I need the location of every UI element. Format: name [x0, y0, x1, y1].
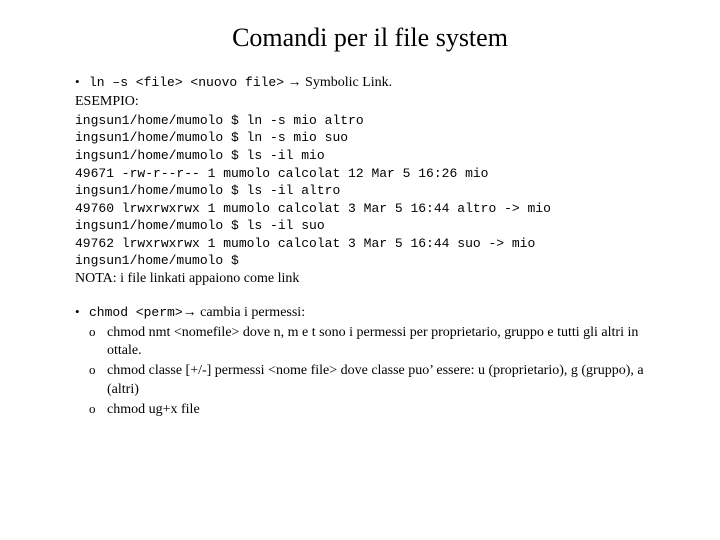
esempio-label: ESEMPIO: [75, 93, 665, 112]
chmod-sub-text: chmod classe [+/-] permessi <nome file> … [107, 362, 665, 400]
chmod-sub-2: o chmod classe [+/-] permessi <nome file… [89, 361, 665, 400]
bullet-icon: • [75, 73, 89, 91]
sub-bullet-icon: o [89, 361, 107, 379]
chmod-sub-3: o chmod ug+x file [89, 400, 665, 420]
ln-command: ln –s <file> <nuovo file> [89, 75, 284, 90]
sub-bullet-icon: o [89, 323, 107, 341]
ln-line: ln –s <file> <nuovo file> → Symbolic Lin… [89, 74, 392, 93]
chmod-sub-1: o chmod nmt <nomefile> dove n, m e t son… [89, 323, 665, 362]
chmod-command: chmod <perm> [89, 305, 183, 320]
ln-desc: Symbolic Link. [305, 75, 392, 90]
page-title: Comandi per il file system [75, 20, 665, 55]
chmod-desc: cambia i permessi: [200, 305, 305, 320]
bullet-icon: • [75, 303, 89, 321]
arrow-icon: → [288, 75, 306, 90]
ln-section: • ln –s <file> <nuovo file> → Symbolic L… [75, 73, 665, 289]
chmod-sub-text: chmod nmt <nomefile> dove n, m e t sono … [107, 324, 665, 362]
chmod-sub-text: chmod ug+x file [107, 401, 200, 420]
chmod-line: chmod <perm>→ cambia i permessi: [89, 304, 305, 323]
chmod-section: • chmod <perm>→ cambia i permessi: o chm… [75, 303, 665, 420]
chmod-bullet: • chmod <perm>→ cambia i permessi: [75, 303, 665, 323]
arrow-icon: → [183, 305, 201, 320]
terminal-output: ingsun1/home/mumolo $ ln -s mio altro in… [75, 112, 665, 270]
ln-bullet: • ln –s <file> <nuovo file> → Symbolic L… [75, 73, 665, 93]
nota-text: NOTA: i file linkati appaiono come link [75, 270, 665, 289]
sub-bullet-icon: o [89, 400, 107, 418]
